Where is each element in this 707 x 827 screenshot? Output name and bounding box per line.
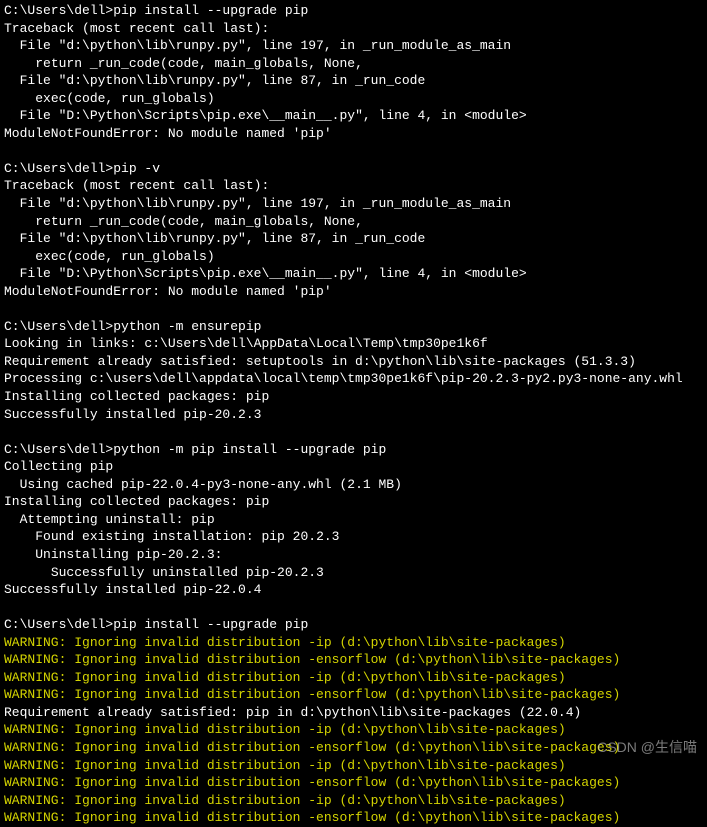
terminal-line: WARNING: Ignoring invalid distribution -…: [4, 651, 703, 669]
terminal-line: Looking in links: c:\Users\dell\AppData\…: [4, 335, 703, 353]
terminal-line: return _run_code(code, main_globals, Non…: [4, 213, 703, 231]
terminal-line: Using cached pip-22.0.4-py3-none-any.whl…: [4, 476, 703, 494]
terminal-line: [4, 142, 703, 160]
terminal-line: WARNING: Ignoring invalid distribution -…: [4, 686, 703, 704]
terminal-line: WARNING: Ignoring invalid distribution -…: [4, 669, 703, 687]
terminal-line: Traceback (most recent call last):: [4, 20, 703, 38]
terminal-line: File "D:\Python\Scripts\pip.exe\__main__…: [4, 265, 703, 283]
terminal-line: File "d:\python\lib\runpy.py", line 87, …: [4, 230, 703, 248]
terminal-line: exec(code, run_globals): [4, 248, 703, 266]
terminal-line: Successfully installed pip-20.2.3: [4, 406, 703, 424]
watermark-text: CSDN @生信喵: [597, 738, 697, 757]
terminal-line: Requirement already satisfied: setuptool…: [4, 353, 703, 371]
terminal-line: [4, 300, 703, 318]
terminal-line: ModuleNotFoundError: No module named 'pi…: [4, 283, 703, 301]
terminal-line: exec(code, run_globals): [4, 90, 703, 108]
terminal-line: C:\Users\dell>pip install --upgrade pip: [4, 2, 703, 20]
terminal-line: Traceback (most recent call last):: [4, 177, 703, 195]
terminal-line: WARNING: Ignoring invalid distribution -…: [4, 774, 703, 792]
terminal-output[interactable]: C:\Users\dell>pip install --upgrade pipT…: [4, 2, 703, 827]
terminal-line: C:\Users\dell>pip -v: [4, 160, 703, 178]
terminal-line: [4, 423, 703, 441]
terminal-line: Successfully installed pip-22.0.4: [4, 581, 703, 599]
terminal-line: Installing collected packages: pip: [4, 388, 703, 406]
terminal-line: Installing collected packages: pip: [4, 493, 703, 511]
terminal-line: Uninstalling pip-20.2.3:: [4, 546, 703, 564]
terminal-line: File "d:\python\lib\runpy.py", line 197,…: [4, 195, 703, 213]
terminal-line: WARNING: Ignoring invalid distribution -…: [4, 634, 703, 652]
terminal-line: C:\Users\dell>python -m ensurepip: [4, 318, 703, 336]
terminal-line: C:\Users\dell>python -m pip install --up…: [4, 441, 703, 459]
terminal-line: File "d:\python\lib\runpy.py", line 197,…: [4, 37, 703, 55]
terminal-line: return _run_code(code, main_globals, Non…: [4, 55, 703, 73]
terminal-line: WARNING: Ignoring invalid distribution -…: [4, 757, 703, 775]
terminal-line: File "d:\python\lib\runpy.py", line 87, …: [4, 72, 703, 90]
terminal-line: Collecting pip: [4, 458, 703, 476]
terminal-line: C:\Users\dell>pip install --upgrade pip: [4, 616, 703, 634]
terminal-line: WARNING: Ignoring invalid distribution -…: [4, 809, 703, 827]
terminal-line: Attempting uninstall: pip: [4, 511, 703, 529]
terminal-line: WARNING: Ignoring invalid distribution -…: [4, 721, 703, 739]
terminal-line: Successfully uninstalled pip-20.2.3: [4, 564, 703, 582]
terminal-line: Processing c:\users\dell\appdata\local\t…: [4, 370, 703, 388]
terminal-line: File "D:\Python\Scripts\pip.exe\__main__…: [4, 107, 703, 125]
terminal-line: [4, 599, 703, 617]
terminal-line: Found existing installation: pip 20.2.3: [4, 528, 703, 546]
terminal-line: WARNING: Ignoring invalid distribution -…: [4, 792, 703, 810]
terminal-line: ModuleNotFoundError: No module named 'pi…: [4, 125, 703, 143]
terminal-line: Requirement already satisfied: pip in d:…: [4, 704, 703, 722]
